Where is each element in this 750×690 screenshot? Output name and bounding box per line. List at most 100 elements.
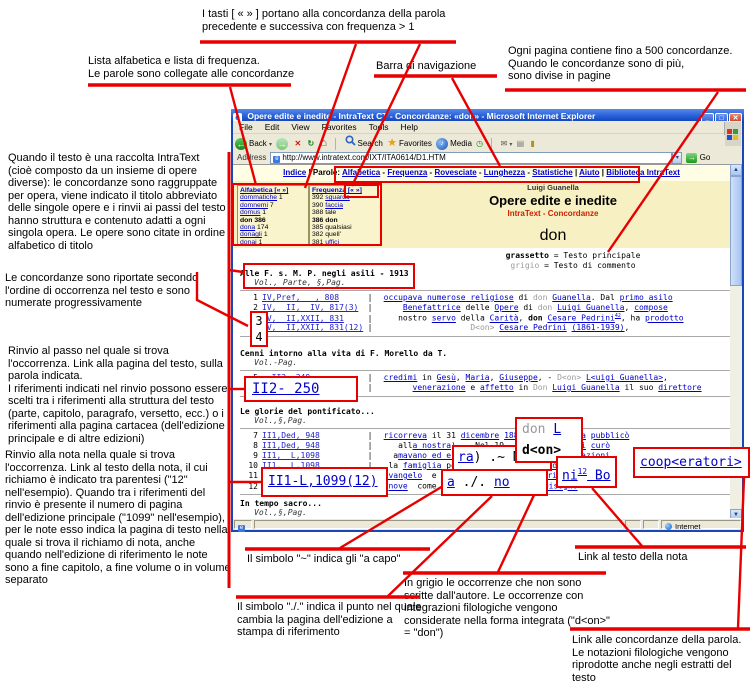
word-link[interactable]: ra <box>458 450 474 465</box>
word-link[interactable]: Luigi Guanella <box>557 303 624 312</box>
refresh-icon[interactable]: ↻ <box>307 135 314 152</box>
menu-tools[interactable]: Tools <box>363 122 395 132</box>
messenger-icon[interactable]: ▮ <box>530 135 534 152</box>
word-link[interactable]: Indice <box>283 168 306 177</box>
word-link[interactable]: venerazione <box>413 383 466 392</box>
text-run: all <box>374 441 413 450</box>
address-input[interactable]: ehttp://www.intratext.com/IXT/ITA0614/D1… <box>270 152 672 164</box>
word-link[interactable]: II1-L,1099(12) <box>268 474 378 489</box>
word-link[interactable]: Gesù <box>437 373 456 382</box>
highlight-work-title <box>243 263 415 289</box>
home-icon[interactable]: ⌂ <box>320 135 327 152</box>
passage-reference-link[interactable]: IV,Pref, , 808 <box>262 293 339 302</box>
stop-icon[interactable]: ✕ <box>295 135 302 152</box>
work-header: Luigi Guanella Opere edite e inedite Int… <box>383 183 723 245</box>
menu-view[interactable]: View <box>285 122 315 132</box>
callout-philological-word-link[interactable]: coop<eratori> <box>633 447 750 478</box>
word-link[interactable]: Cesare Pedrini <box>547 314 614 323</box>
label-prev-next-keys: I tasti [ « » ] portano alla concordanza… <box>202 8 482 33</box>
menu-help[interactable]: Help <box>394 122 423 132</box>
word-link[interactable]: ricorreva <box>384 431 427 440</box>
callout-note-call-example[interactable]: ni12 Bo <box>556 456 617 488</box>
callout-note-reference[interactable]: II1-L,1099(12) <box>261 467 388 497</box>
word-link[interactable]: famiglia <box>403 461 442 470</box>
word-link[interactable]: Giuseppe <box>499 373 538 382</box>
passage-reference-link[interactable]: IV, II,XXII, 831 <box>262 314 344 323</box>
passage-reference-link[interactable]: II1,Ded, 948 <box>262 441 320 450</box>
text-run: 4 <box>255 330 262 344</box>
section-divider <box>240 336 732 337</box>
address-dropdown-icon[interactable]: ▾ <box>672 152 682 164</box>
history-icon[interactable]: ◷ <box>476 135 483 152</box>
scroll-up-icon[interactable]: ▲ <box>730 164 742 176</box>
occurrence-number: 12 <box>240 482 258 491</box>
word-link[interactable]: primo asilo <box>620 293 673 302</box>
back-dropdown-icon[interactable]: ▾ <box>269 142 272 148</box>
mail-icon[interactable]: ✉ <box>501 135 508 152</box>
word-link[interactable]: Bo <box>587 468 610 483</box>
passage-reference-link[interactable]: II1,Ded, 948 <box>262 431 320 440</box>
passage-reference-link[interactable]: IV, II,XXII, 831(12) <box>262 323 363 332</box>
favorites-label[interactable]: Favorites <box>399 139 432 148</box>
passage-reference-link[interactable]: IV, II, IV, 817(3) <box>262 303 358 312</box>
word-link[interactable]: compose <box>634 303 668 312</box>
word-link[interactable]: L<uigi Guanella> <box>586 373 663 382</box>
go-button[interactable]: → Go <box>686 152 710 164</box>
word-link[interactable]: ni <box>562 468 578 483</box>
address-label: Address <box>237 153 266 162</box>
word-link[interactable]: Luigi Guanella <box>552 383 619 392</box>
forward-icon[interactable]: → <box>276 138 288 150</box>
word-link[interactable]: (1861-1939) <box>572 323 625 332</box>
toolbar-separator <box>491 138 492 150</box>
menu-file[interactable]: File <box>233 122 259 132</box>
media-label[interactable]: Media <box>450 139 472 148</box>
word-link[interactable]: credimi <box>384 373 418 382</box>
word-link[interactable]: a <box>447 475 455 490</box>
word-link[interactable]: coop<eratori> <box>640 455 742 470</box>
legend-bold-term: grassetto <box>506 251 549 260</box>
word-link[interactable]: Cesare Pedrini <box>499 323 566 332</box>
media-icon[interactable]: ♪ <box>436 138 448 150</box>
favorites-icon[interactable]: ★ <box>387 135 397 152</box>
word-link[interactable]: a nostra <box>413 441 452 450</box>
note-ref-link[interactable]: 12 <box>578 467 587 476</box>
word-link[interactable]: Opere <box>494 303 518 312</box>
text-run: il suo <box>620 383 659 392</box>
back-icon[interactable]: ← <box>235 138 247 150</box>
word-link[interactable]: prodotto <box>645 314 684 323</box>
passage-reference-link[interactable]: II1, L,1098 <box>262 451 320 460</box>
word-link[interactable]: dicembre <box>461 431 500 440</box>
mail-dropdown-icon[interactable]: ▾ <box>509 142 512 148</box>
menu-edit[interactable]: Edit <box>259 122 286 132</box>
word-link[interactable]: Maria <box>466 373 490 382</box>
word-link[interactable]: no <box>494 475 510 490</box>
word-link[interactable]: II2- 250 <box>252 381 319 397</box>
concordance-line: 2IV, II, IV, 817(3)| Benefattrice delle … <box>240 303 732 313</box>
search-label[interactable]: Search <box>358 139 383 148</box>
word-link[interactable]: nove <box>388 482 407 491</box>
label-word-lists: Lista alfabetica e lista di frequenza. L… <box>88 55 318 80</box>
comment-text: don <box>538 303 552 312</box>
callout-passage-reference[interactable]: II2- 250 <box>244 376 358 402</box>
word-link[interactable]: pubblicò <box>591 431 630 440</box>
text-run: il 31 <box>427 431 461 440</box>
word-link[interactable]: Carità <box>490 314 519 323</box>
print-icon[interactable]: ▤ <box>517 135 525 152</box>
word-link[interactable]: occupava numerose religiose <box>384 293 514 302</box>
label-occurrence-order: Le concordanze sono riportate secondo l'… <box>5 272 223 310</box>
word-link[interactable]: evangelo <box>384 471 423 480</box>
menu-favorites[interactable]: Favorites <box>316 122 363 132</box>
scroll-thumb[interactable] <box>730 176 742 286</box>
back-label[interactable]: Back <box>249 139 267 148</box>
word-link[interactable]: affetto <box>480 383 514 392</box>
word-link[interactable]: Benefattrice <box>403 303 461 312</box>
search-icon[interactable] <box>345 135 356 152</box>
word-link[interactable]: servo <box>432 314 456 323</box>
word-link[interactable]: direttore <box>658 383 701 392</box>
text-run: a <box>374 451 398 460</box>
word-link[interactable]: Guanella <box>552 293 591 302</box>
word-link[interactable]: curò <box>591 441 610 450</box>
text-run <box>374 431 384 440</box>
word-link[interactable]: L <box>553 422 561 437</box>
kwic-separator: | <box>366 373 374 382</box>
